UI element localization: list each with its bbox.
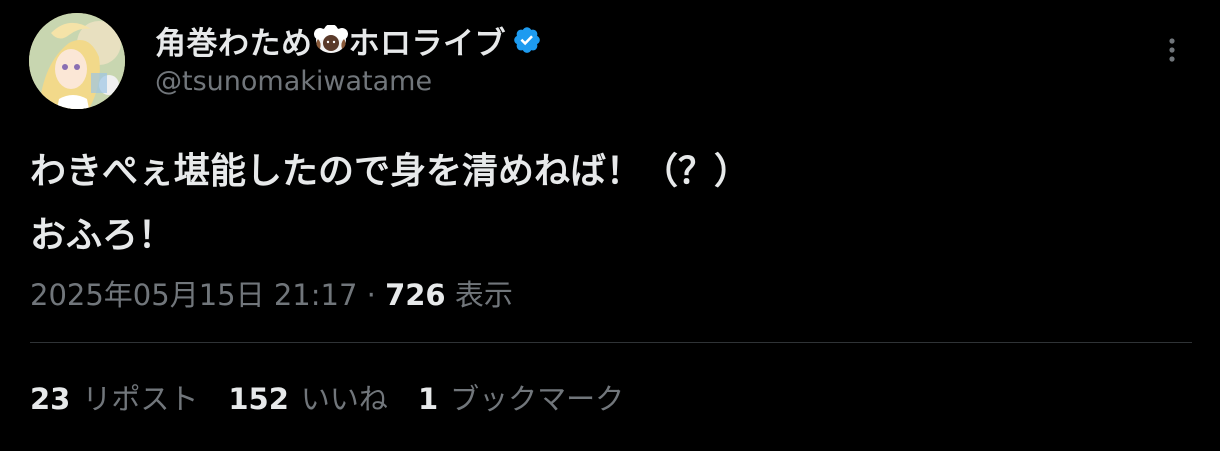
tweet-text-line-1: わきぺぇ堪能したので身を清めねば！（？） <box>30 151 751 192</box>
tweet-text-line-2: おふろ！ <box>30 215 175 256</box>
tweet-detail: 角巻わため ホロライブ @tsunomakiwatame わきぺぇ堪能したので身… <box>0 0 1220 451</box>
engagement-stats: 23 リポスト 152 いいね 1 ブックマーク <box>30 376 624 418</box>
views-label: 表示 <box>445 278 513 312</box>
likes-stat[interactable]: 152 いいね <box>228 376 388 418</box>
author-handle[interactable]: @tsunomakiwatame <box>155 66 542 97</box>
avatar-image <box>29 13 125 109</box>
timestamp-link[interactable]: 2025年05月15日 21:17 <box>30 278 357 312</box>
sheep-face-icon <box>313 24 348 55</box>
meta-separator: · <box>357 278 386 312</box>
bookmarks-label: ブックマーク <box>450 382 625 416</box>
likes-count: 152 <box>228 382 289 416</box>
reposts-label: リポスト <box>82 382 199 416</box>
display-name-suffix[interactable]: ホロライブ <box>349 18 507 63</box>
display-name-prefix[interactable]: 角巻わため <box>155 18 313 63</box>
verified-badge-icon[interactable] <box>512 25 542 55</box>
tweet-meta: 2025年05月15日 21:17 · 726 表示 <box>30 272 513 314</box>
display-name-row[interactable]: 角巻わため ホロライブ <box>155 18 542 63</box>
views-count: 726 <box>385 278 446 312</box>
reposts-count: 23 <box>30 382 71 416</box>
reposts-stat[interactable]: 23 リポスト <box>30 376 198 418</box>
avatar[interactable] <box>29 13 125 109</box>
likes-label: いいね <box>300 382 388 416</box>
more-vertical-icon <box>1169 38 1175 62</box>
bookmarks-count: 1 <box>417 382 439 416</box>
author-info: 角巻わため ホロライブ @tsunomakiwatame <box>155 20 542 97</box>
tweet-text: わきぺぇ堪能したので身を清めねば！（？） おふろ！ <box>30 140 750 268</box>
bookmarks-stat[interactable]: 1 ブックマーク <box>418 376 624 418</box>
more-options-button[interactable] <box>1152 30 1192 70</box>
divider <box>30 342 1192 343</box>
